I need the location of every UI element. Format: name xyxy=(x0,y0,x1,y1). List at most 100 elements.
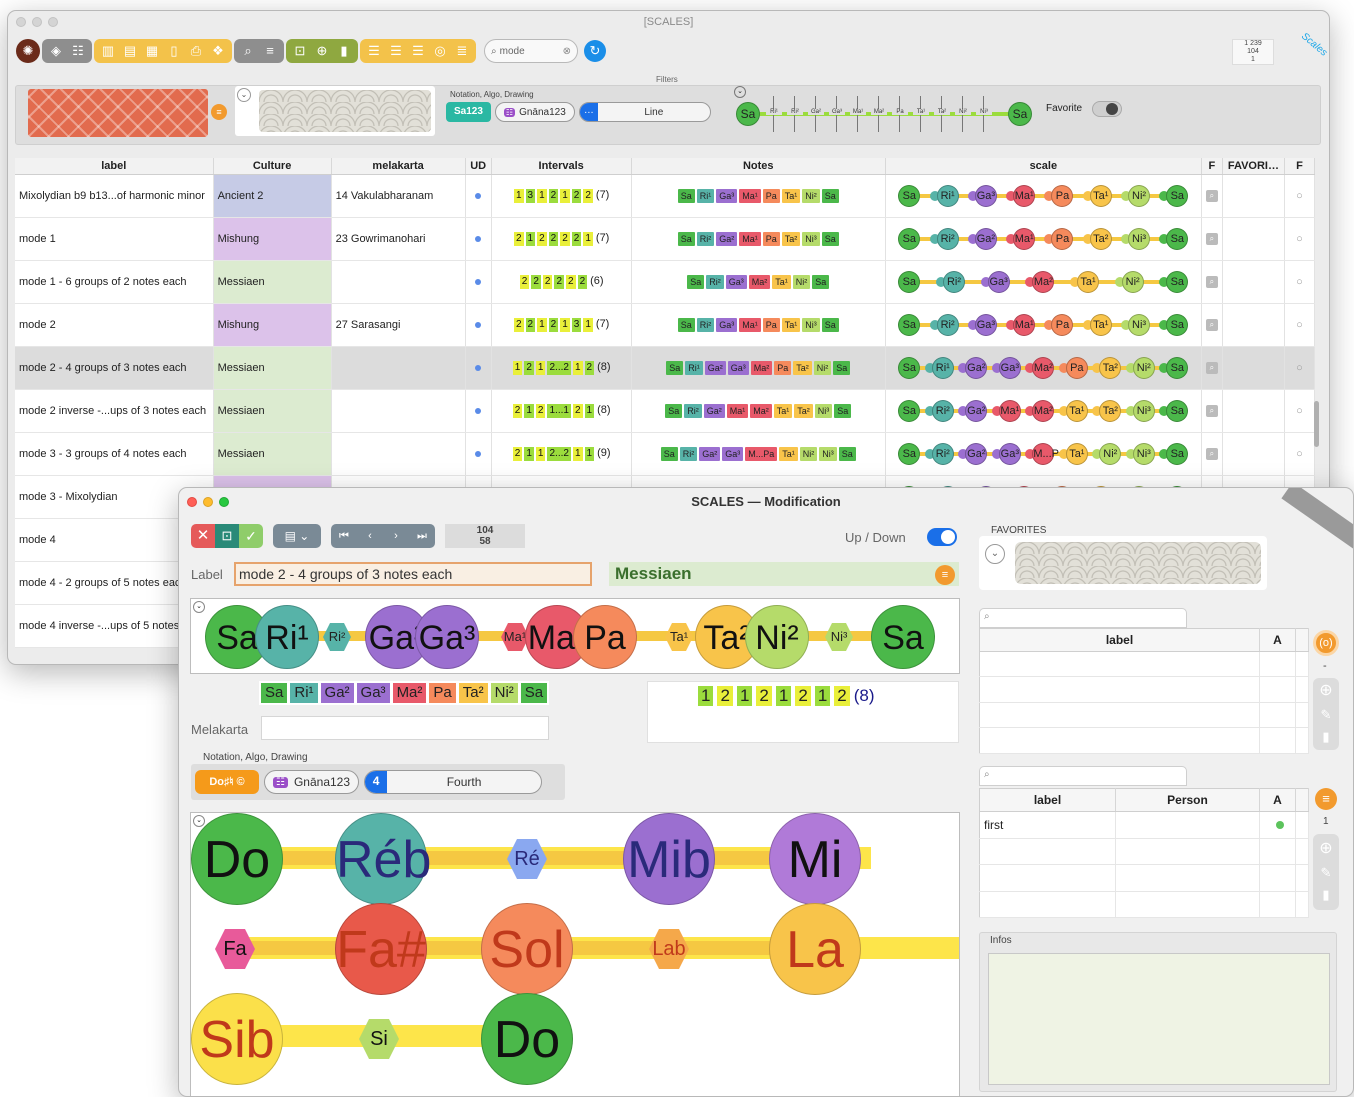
magnifier-icon[interactable]: ⌕ xyxy=(1205,362,1218,374)
fourth-note[interactable]: Fa xyxy=(215,929,255,969)
pattern-menu-icon[interactable]: ≡ xyxy=(211,104,227,120)
fourth-note[interactable]: Sol xyxy=(481,903,573,995)
fourth-note[interactable]: Réb xyxy=(335,813,431,905)
target-icon[interactable]: ◎ xyxy=(431,42,449,60)
column-header[interactable]: F xyxy=(1284,158,1316,175)
row-label[interactable]: mode 2 xyxy=(15,303,214,347)
sliders-icon[interactable]: ☷ xyxy=(69,42,87,60)
row-culture[interactable]: Messiaen xyxy=(213,389,332,433)
filter-note-sa-left[interactable]: Sa xyxy=(736,102,760,126)
strip-note[interactable]: Ni² xyxy=(745,605,809,669)
lock-icon[interactable]: ⊡ xyxy=(215,524,239,548)
row-flag[interactable]: ○ xyxy=(1284,260,1316,304)
row-melakarta[interactable]: 27 Sarasangi xyxy=(331,303,466,347)
row-scale[interactable]: Sa Ri¹ Ga³ Ma¹ Pa Ta¹ Ni² Sa xyxy=(885,174,1202,218)
row-label[interactable]: mode 2 inverse -...ups of 3 notes each xyxy=(15,389,214,433)
fourth-note[interactable]: Sib xyxy=(191,993,283,1085)
filter-note-label[interactable]: Ma¹ xyxy=(850,109,866,115)
table-row[interactable]: Mixolydian b9 b13...of harmonic minor Anc… xyxy=(15,174,1316,218)
fav-col-label[interactable]: label xyxy=(979,628,1260,652)
circle-icon[interactable]: ○ xyxy=(1296,276,1303,288)
magnifier-icon[interactable]: ⌕ xyxy=(1205,319,1218,331)
filter-note-label[interactable]: Ni² xyxy=(955,109,971,115)
filter-note-label[interactable]: Ri² xyxy=(787,109,803,115)
lock-icon[interactable]: ⊡ xyxy=(291,42,309,60)
row-flag[interactable]: ○ xyxy=(1284,174,1316,218)
filter-note-label[interactable]: Ga³ xyxy=(829,109,845,115)
row-label[interactable]: mode 2 - 4 groups of 3 notes each xyxy=(15,346,214,390)
row-flag[interactable]: ○ xyxy=(1284,389,1316,433)
clear-search-icon[interactable]: ⊗ xyxy=(563,46,571,57)
row-favorite[interactable] xyxy=(1222,303,1285,347)
circle-icon[interactable]: ○ xyxy=(1296,319,1303,331)
minimize-dot[interactable] xyxy=(203,497,213,507)
row-notes[interactable]: Sa Ri¹ Ga² Ga³ Ma² Pa Ta² Ni² Sa xyxy=(631,346,886,390)
row-inspect[interactable]: ⌕ xyxy=(1201,346,1223,390)
notation-sa-button[interactable]: Sa123 xyxy=(446,102,491,122)
list-alt-icon[interactable]: ☰ xyxy=(409,42,427,60)
row-notes[interactable]: Sa Ri² Ga² Ma¹ Ma² Ta¹ Ta² Ni³ Sa xyxy=(631,389,886,433)
drawing-dropdown-icon[interactable]: ⌄ xyxy=(193,815,205,827)
fourth-note[interactable]: Lab xyxy=(649,929,689,969)
table-row[interactable]: mode 1 Mishung 23 Gowrimanohari 2 1 2 2 2 2 1 (7) S… xyxy=(15,217,1316,261)
magnifier-icon[interactable]: ⌕ xyxy=(1205,448,1218,460)
column-header[interactable]: FAVORI… xyxy=(1222,158,1285,175)
search-field[interactable]: ⌕ mode ⊗ xyxy=(484,39,578,63)
app-logo-icon[interactable]: ✺ xyxy=(16,39,40,63)
fav-cell[interactable] xyxy=(979,702,1260,729)
person-row-active[interactable] xyxy=(1259,811,1296,839)
document-icon[interactable]: ▯ xyxy=(165,42,183,60)
magnifier-icon[interactable]: ⌕ xyxy=(1205,233,1218,245)
column-header[interactable]: Intervals xyxy=(491,158,632,175)
circle-icon[interactable]: ○ xyxy=(1296,362,1303,374)
zoom-dot[interactable] xyxy=(219,497,229,507)
fav-edit-icon[interactable]: ✎ xyxy=(1315,704,1337,726)
row-label[interactable]: mode 3 - 3 groups of 4 notes each xyxy=(15,432,214,476)
mod-drawing-fourth-select[interactable]: 4 Fourth xyxy=(364,770,543,794)
row-flag[interactable]: ○ xyxy=(1284,432,1316,476)
row-favorite[interactable] xyxy=(1222,389,1285,433)
close-dot[interactable] xyxy=(16,17,26,27)
row-melakarta[interactable] xyxy=(331,260,466,304)
row-updown[interactable] xyxy=(465,346,492,390)
person-cell[interactable] xyxy=(979,891,1116,919)
melakarta-input[interactable] xyxy=(261,716,549,740)
row-flag[interactable]: ○ xyxy=(1284,303,1316,347)
column-header[interactable]: Culture xyxy=(213,158,332,175)
row-updown[interactable] xyxy=(465,389,492,433)
row-intervals[interactable]: 1 3 1 2 1 2 2 (7) xyxy=(491,174,632,218)
row-notes[interactable]: Sa Ri² Ga² Ma¹ Pa Ta² Ni³ Sa xyxy=(631,217,886,261)
row-label[interactable]: Mixolydian b9 b13...of harmonic minor xyxy=(15,174,214,218)
column-header[interactable]: UD xyxy=(465,158,492,175)
row-inspect[interactable]: ⌕ xyxy=(1201,260,1223,304)
row-favorite[interactable] xyxy=(1222,260,1285,304)
last-record-icon[interactable]: ⏭ xyxy=(409,524,435,548)
filter-note-label[interactable]: Ri¹ xyxy=(766,109,782,115)
row-melakarta[interactable] xyxy=(331,432,466,476)
filter-note-label[interactable]: Ni³ xyxy=(976,109,992,115)
column-header[interactable]: scale xyxy=(885,158,1202,175)
row-melakarta[interactable]: 23 Gowrimanohari xyxy=(331,217,466,261)
fav-add-icon[interactable]: ⊕ xyxy=(1315,680,1337,702)
drawing-line-select[interactable]: … Line xyxy=(578,102,711,122)
books-icon[interactable]: ▥ xyxy=(99,42,117,60)
filter-scale-strip[interactable]: Sa Ri¹ Ri² Ga² Ga³ Ma¹ Ma² Pa Ta¹ Ta² Ni² Ni³ Sa xyxy=(736,96,1036,132)
add-icon[interactable]: ⊕ xyxy=(313,42,331,60)
fourth-note[interactable]: Fa# xyxy=(335,903,427,995)
person-cell[interactable] xyxy=(979,864,1116,892)
fav-cell[interactable] xyxy=(1259,676,1296,703)
row-notes[interactable]: Sa Ri² Ga³ Ma² Ta¹ Ni² Sa xyxy=(631,260,886,304)
table-scrollbar[interactable] xyxy=(1314,401,1319,447)
table-row[interactable]: mode 2 inverse -...ups of 3 notes each Me… xyxy=(15,389,1316,433)
strip-note[interactable]: Ta¹ xyxy=(665,623,693,651)
row-scale[interactable]: Sa Ri² Ga³ Ma² Ta¹ Ni² Sa xyxy=(885,260,1202,304)
row-updown[interactable] xyxy=(465,174,492,218)
cancel-icon[interactable]: ✕ xyxy=(191,524,215,548)
filter-note-sa-right[interactable]: Sa xyxy=(1008,102,1032,126)
table-row[interactable]: mode 3 - 3 groups of 4 notes each Messiae… xyxy=(15,432,1316,476)
fav-menu-icon[interactable]: (o) xyxy=(1313,630,1339,656)
person-search-input[interactable]: ⌕ xyxy=(979,766,1187,786)
row-notes[interactable]: Sa Ri² Ga² Ga³ M...Pa Ta¹ Ni² Ni³ Sa xyxy=(631,432,886,476)
row-inspect[interactable]: ⌕ xyxy=(1201,432,1223,476)
row-updown[interactable] xyxy=(465,432,492,476)
